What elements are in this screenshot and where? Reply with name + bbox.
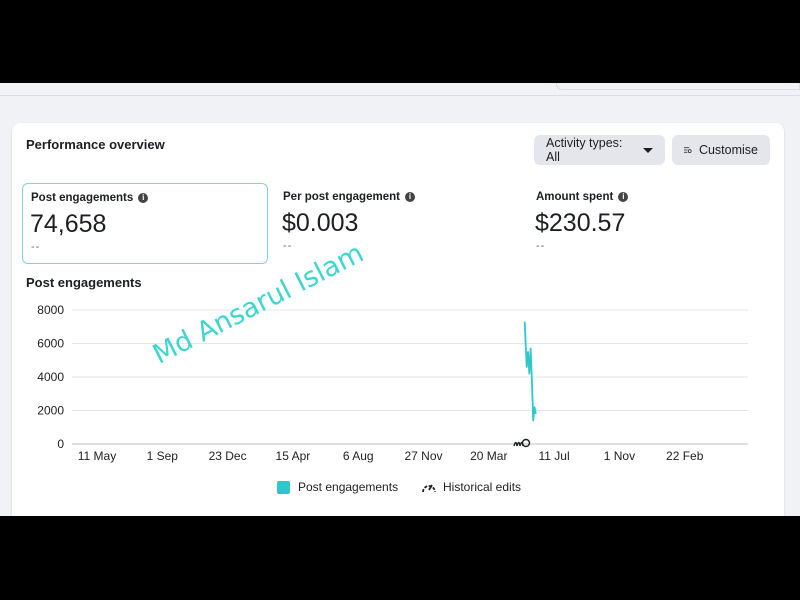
metric-comparison: -- (536, 240, 546, 252)
y-tick-label: 0 (57, 437, 64, 451)
y-tick-label: 8000 (37, 303, 64, 317)
x-tick-label: 1 Sep (147, 449, 179, 463)
activity-types-label: Activity types: All (546, 136, 623, 164)
activity-types-dropdown[interactable]: Activity types: All (534, 135, 665, 165)
metric-label: Amount spent (536, 191, 614, 203)
historical-edit-marker (513, 438, 531, 448)
metric-amount-spent[interactable]: Amount spent i $230.57 -- (528, 183, 774, 264)
x-tick-label: 23 Dec (209, 449, 247, 463)
legend-historical-edits[interactable]: Historical edits (421, 480, 521, 494)
y-tick-label: 2000 (37, 404, 64, 418)
x-tick-label: 22 Feb (666, 449, 704, 463)
gauge-icon[interactable] (521, 438, 531, 448)
x-tick-label: 27 Nov (404, 449, 442, 463)
metric-label: Per post engagement (283, 191, 400, 203)
metric-label-wrap: Post engagements i (31, 192, 149, 204)
post-engagements-chart: 8000 6000 4000 2000 0 11 May 1 Sep 23 Dec 15 Apr… (37, 303, 748, 463)
metric-label: Post engagements (31, 192, 134, 204)
metric-label-wrap: Amount spent i (536, 191, 629, 203)
legend-swatch (277, 480, 290, 494)
metric-per-post-engagement[interactable]: Per post engagement i $0.003 -- (275, 183, 521, 264)
card-title: Performance overview (26, 137, 165, 152)
customise-icon (684, 147, 692, 153)
app-frame: Performance overview Activity types: All… (0, 83, 800, 516)
y-tick-label: 6000 (37, 337, 64, 351)
y-tick-label: 4000 (37, 370, 64, 384)
caret-down-icon (643, 147, 653, 153)
legend-label: Historical edits (443, 480, 522, 494)
legend-post-engagements[interactable]: Post engagements (277, 480, 398, 494)
series-line (523, 321, 537, 422)
chart-title: Post engagements (26, 275, 142, 290)
x-tick-label: 1 Nov (604, 449, 635, 463)
x-tick-label: 6 Aug (343, 449, 374, 463)
info-icon[interactable]: i (404, 192, 415, 202)
metric-label-wrap: Per post engagement i (283, 191, 415, 203)
x-tick-label: 15 Apr (276, 449, 311, 463)
metric-comparison: -- (31, 241, 41, 253)
top-toolbar-box (556, 83, 800, 90)
x-tick-label: 11 May (78, 449, 116, 463)
x-tick-label: 20 Mar (470, 449, 507, 463)
customise-label: Customise (698, 143, 758, 157)
metric-post-engagements[interactable]: Post engagements i 74,658 -- (22, 183, 268, 264)
performance-overview-card: Performance overview Activity types: All… (12, 123, 784, 516)
info-icon[interactable]: i (618, 192, 629, 202)
legend-label: Post engagements (298, 480, 399, 494)
chart-legend: Post engagements Historical edits (12, 480, 784, 496)
metric-comparison: -- (283, 240, 293, 252)
metric-value: $230.57 (535, 209, 626, 237)
top-strip (0, 83, 800, 96)
gauge-icon (422, 484, 436, 493)
x-tick-label: 11 Jul (539, 449, 570, 463)
info-icon[interactable]: i (138, 193, 149, 203)
metric-value: 74,658 (30, 210, 107, 238)
customise-button[interactable]: Customise (672, 135, 770, 165)
metric-value: $0.003 (282, 209, 359, 237)
